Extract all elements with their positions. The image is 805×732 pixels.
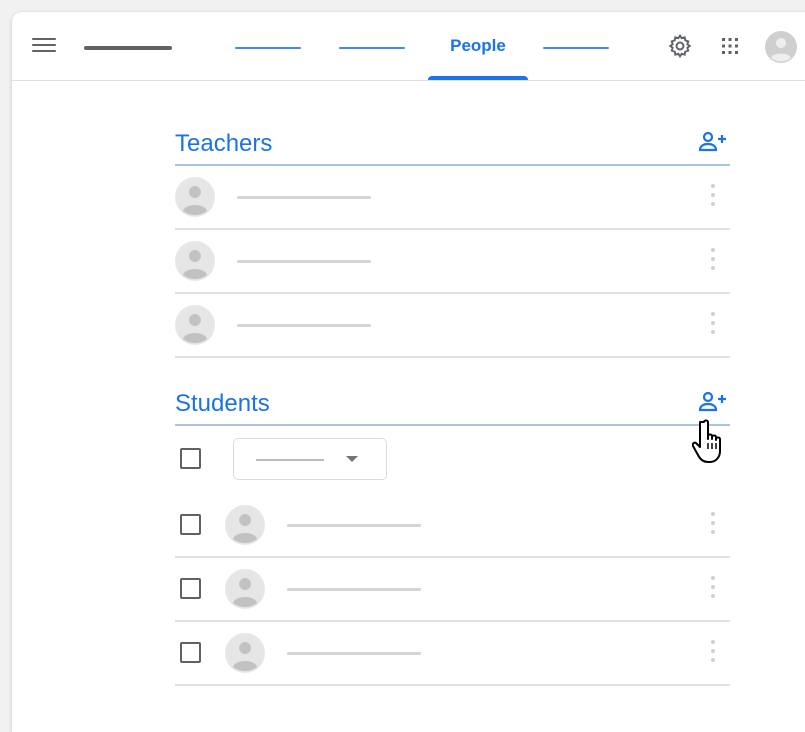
more-options-icon[interactable] — [710, 184, 716, 210]
chevron-down-icon — [346, 456, 358, 462]
student-name-placeholder — [287, 524, 421, 527]
dropdown-value-placeholder — [256, 459, 324, 461]
teacher-avatar-icon — [175, 305, 215, 345]
student-checkbox[interactable] — [180, 514, 201, 535]
student-avatar-icon — [225, 633, 265, 673]
teacher-name-placeholder — [237, 324, 371, 327]
active-tab-indicator — [428, 76, 528, 80]
tab-classwork[interactable] — [339, 47, 405, 49]
select-all-checkbox[interactable] — [180, 448, 201, 469]
student-name-placeholder — [287, 652, 421, 655]
menu-icon[interactable] — [32, 38, 56, 55]
more-options-icon[interactable] — [710, 640, 716, 666]
teacher-name-placeholder — [237, 260, 371, 263]
more-options-icon[interactable] — [710, 576, 716, 602]
student-row — [175, 622, 730, 686]
tab-people[interactable]: People — [428, 12, 528, 80]
add-student-icon[interactable] — [698, 390, 728, 414]
more-options-icon[interactable] — [710, 248, 716, 274]
teachers-title: Teachers — [175, 130, 273, 157]
student-checkbox[interactable] — [180, 578, 201, 599]
teacher-row — [175, 230, 730, 294]
teacher-name-placeholder — [237, 196, 371, 199]
student-avatar-icon — [225, 569, 265, 609]
top-app-bar: People — [12, 12, 805, 81]
tab-grades[interactable] — [543, 47, 609, 49]
actions-dropdown[interactable] — [233, 438, 387, 480]
apps-grid-icon[interactable] — [721, 37, 739, 55]
class-title-placeholder — [84, 46, 172, 50]
classroom-card: People Teachers Students — [12, 12, 805, 732]
student-avatar-icon — [225, 505, 265, 545]
teacher-row — [175, 294, 730, 358]
student-row — [175, 494, 730, 558]
teacher-avatar-icon — [175, 241, 215, 281]
student-checkbox[interactable] — [180, 642, 201, 663]
tab-people-label: People — [450, 36, 506, 55]
tab-stream[interactable] — [235, 47, 301, 49]
students-title: Students — [175, 390, 270, 417]
settings-gear-icon[interactable] — [667, 33, 693, 59]
add-teacher-icon[interactable] — [698, 130, 728, 154]
student-row — [175, 558, 730, 622]
teachers-section-header: Teachers — [175, 120, 730, 166]
account-avatar-icon[interactable] — [765, 31, 797, 63]
hand-pointer-icon — [692, 419, 721, 463]
more-options-icon[interactable] — [710, 312, 716, 338]
teacher-row — [175, 166, 730, 230]
student-name-placeholder — [287, 588, 421, 591]
teacher-avatar-icon — [175, 177, 215, 217]
students-section-header: Students — [175, 380, 730, 426]
more-options-icon[interactable] — [710, 512, 716, 538]
